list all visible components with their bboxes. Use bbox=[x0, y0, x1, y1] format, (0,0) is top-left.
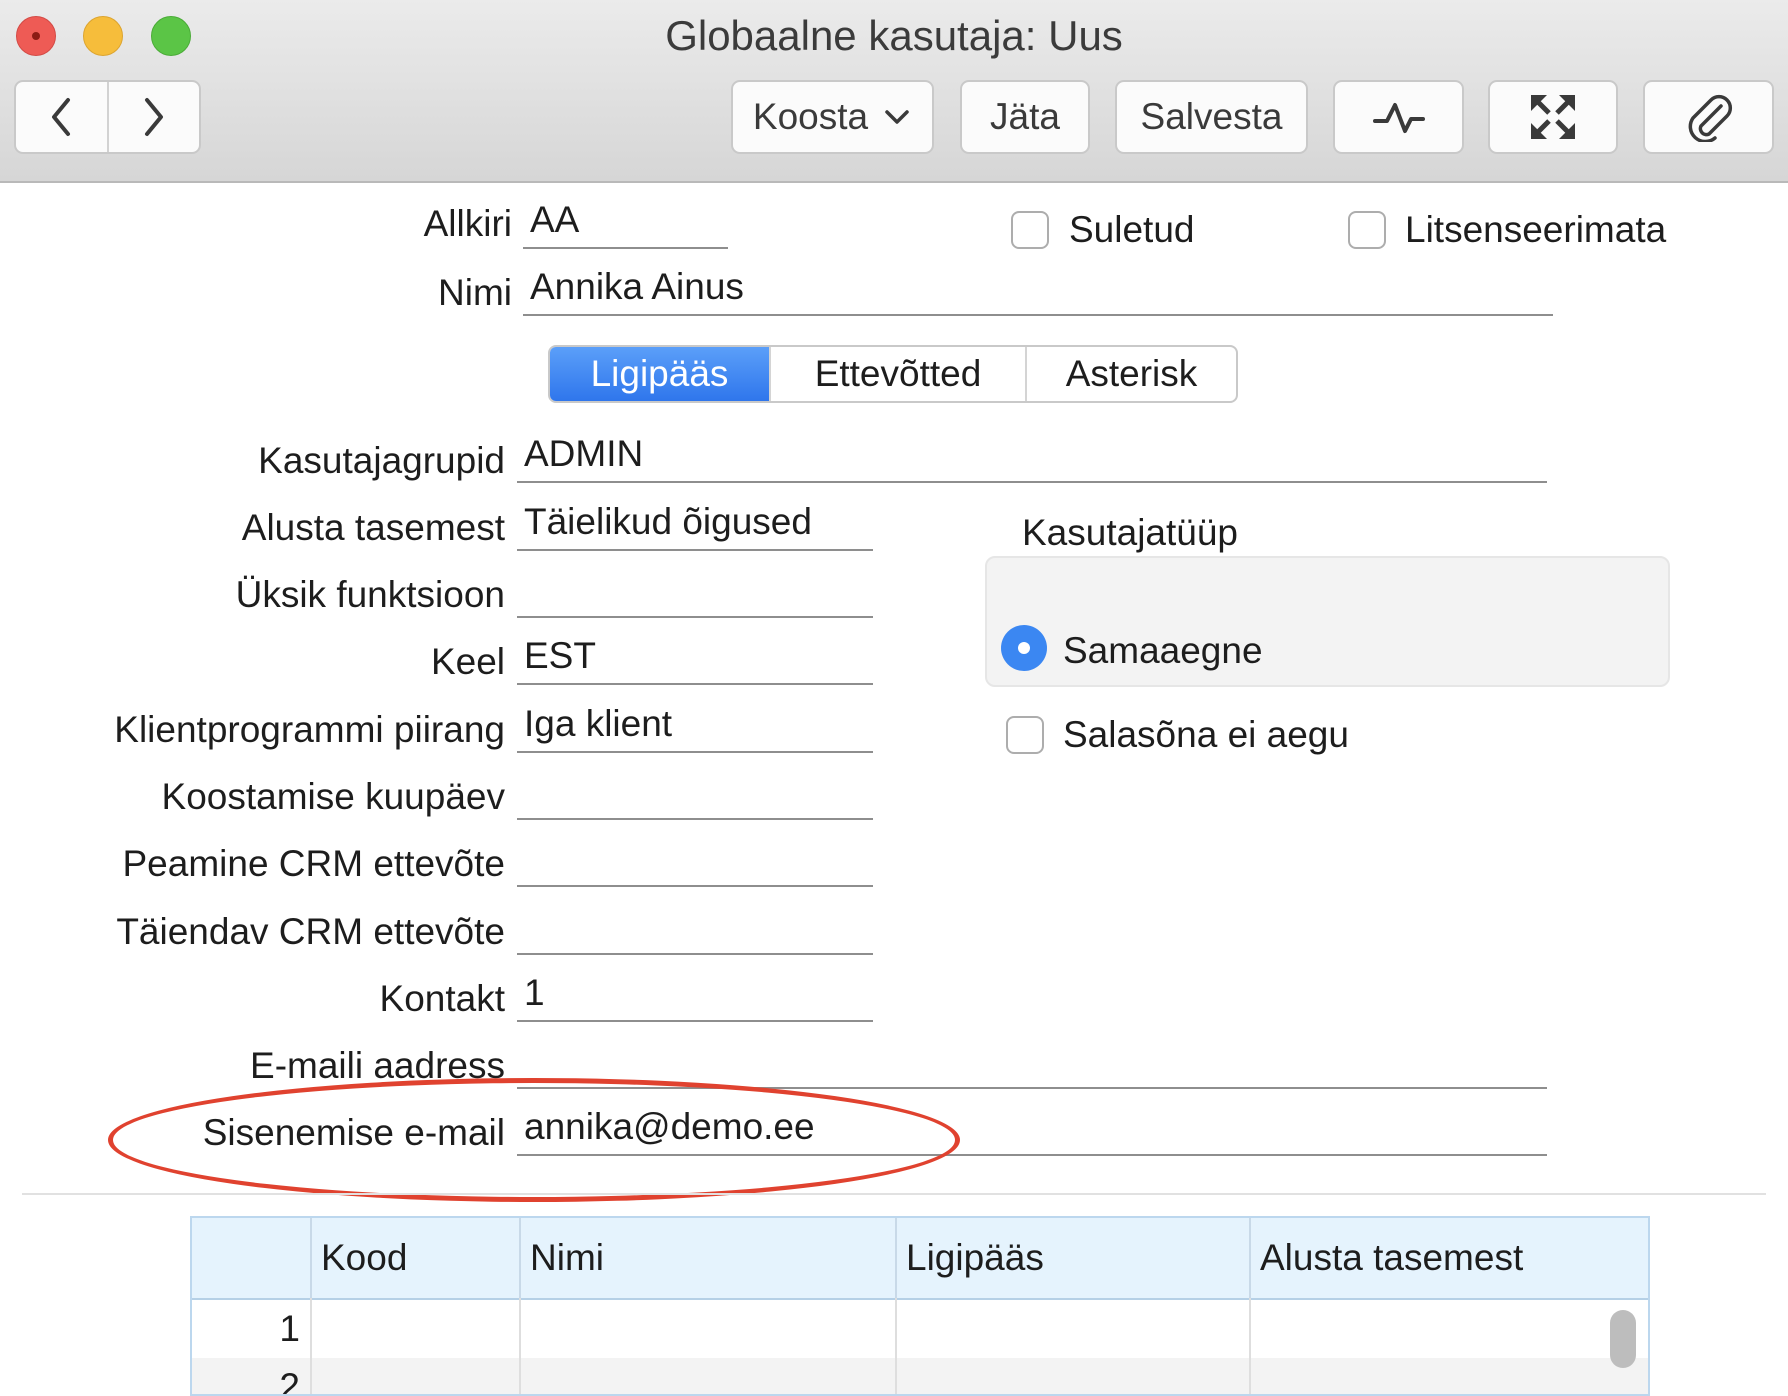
contact-field[interactable]: 1 bbox=[517, 964, 873, 1022]
window-title: Globaalne kasutaja: Uus bbox=[665, 12, 1123, 59]
create-menu-button[interactable]: Koosta bbox=[731, 80, 934, 154]
closed-label: Suletud bbox=[1069, 209, 1195, 250]
password-never-expires-label: Salasõna ei aegu bbox=[1063, 714, 1349, 755]
table-scrollbar[interactable] bbox=[1610, 1310, 1636, 1368]
password-never-expires-checkbox[interactable] bbox=[1006, 716, 1044, 754]
paperclip-icon bbox=[1688, 94, 1732, 142]
tab-companies[interactable]: Ettevõtted bbox=[771, 347, 1027, 401]
unlicensed-checkbox[interactable] bbox=[1348, 211, 1386, 249]
email-label: E-maili aadress bbox=[250, 1045, 505, 1086]
navigation-segment bbox=[14, 80, 201, 154]
discard-button-label: Jäta bbox=[990, 96, 1060, 137]
tab-asterisk[interactable]: Asterisk bbox=[1027, 347, 1236, 401]
column-divider bbox=[519, 1298, 521, 1394]
created-date-label: Koostamise kuupäev bbox=[161, 776, 505, 817]
email-field[interactable] bbox=[517, 1031, 1547, 1089]
main-crm-field[interactable] bbox=[517, 829, 873, 887]
activity-icon bbox=[1372, 103, 1425, 133]
start-level-label: Alusta tasemest bbox=[241, 507, 505, 548]
column-header-code[interactable]: Kood bbox=[310, 1218, 519, 1298]
expand-icon bbox=[1531, 95, 1575, 139]
discard-button[interactable]: Jäta bbox=[960, 80, 1090, 154]
column-header-access[interactable]: Ligipääs bbox=[895, 1218, 1249, 1298]
user-groups-label: Kasutajagrupid bbox=[258, 440, 505, 481]
table-row[interactable]: 1 bbox=[192, 1300, 1648, 1358]
back-button[interactable] bbox=[16, 82, 109, 152]
save-button[interactable]: Salvesta bbox=[1115, 80, 1308, 154]
table-header: Kood Nimi Ligipääs Alusta tasemest bbox=[192, 1218, 1648, 1300]
language-label: Keel bbox=[430, 641, 505, 682]
attach-button[interactable] bbox=[1643, 80, 1774, 154]
signature-label: Allkiri bbox=[423, 203, 512, 244]
column-divider bbox=[1249, 1298, 1251, 1394]
contact-label: Kontakt bbox=[379, 978, 505, 1019]
activity-button[interactable] bbox=[1333, 80, 1464, 154]
forward-button[interactable] bbox=[109, 82, 200, 152]
table-row[interactable]: 2 bbox=[192, 1358, 1648, 1396]
column-divider bbox=[310, 1298, 312, 1394]
window-titlebar: Globaalne kasutaja: Uus Koosta Jäta Salv… bbox=[0, 0, 1788, 183]
client-limit-label: Klientprogrammi piirang bbox=[114, 709, 505, 750]
save-button-label: Salvesta bbox=[1140, 96, 1283, 137]
login-email-field[interactable]: annika@demo.ee bbox=[517, 1098, 1547, 1156]
row-number: 2 bbox=[279, 1366, 300, 1396]
tab-bar: Ligipääs Ettevõtted Asterisk bbox=[548, 345, 1238, 403]
name-label: Nimi bbox=[438, 272, 512, 313]
extra-crm-label: Täiendav CRM ettevõte bbox=[116, 911, 505, 952]
single-function-field[interactable] bbox=[517, 560, 873, 618]
language-field[interactable]: EST bbox=[517, 627, 873, 685]
concurrent-radio[interactable] bbox=[1001, 625, 1047, 671]
section-divider bbox=[22, 1193, 1766, 1195]
client-limit-field[interactable]: Iga klient bbox=[517, 695, 873, 753]
expand-button[interactable] bbox=[1488, 80, 1618, 154]
start-level-field[interactable]: Täielikud õigused bbox=[517, 493, 873, 551]
created-date-field[interactable] bbox=[517, 762, 873, 820]
name-field[interactable]: Annika Ainus bbox=[523, 258, 1553, 316]
create-button-label: Koosta bbox=[752, 96, 869, 137]
column-header-start-level[interactable]: Alusta tasemest bbox=[1249, 1218, 1648, 1298]
row-number: 1 bbox=[279, 1308, 300, 1349]
user-groups-field[interactable]: ADMIN bbox=[517, 425, 1547, 483]
column-divider bbox=[895, 1298, 897, 1394]
chevron-left-icon bbox=[52, 98, 71, 136]
closed-checkbox[interactable] bbox=[1011, 211, 1049, 249]
tab-access[interactable]: Ligipääs bbox=[550, 347, 771, 401]
extra-crm-field[interactable] bbox=[517, 897, 873, 955]
access-table: Kood Nimi Ligipääs Alusta tasemest 1 2 bbox=[190, 1216, 1650, 1396]
chevron-down-icon bbox=[885, 110, 909, 124]
login-email-label: Sisenemise e-mail bbox=[202, 1112, 505, 1153]
concurrent-radio-label: Samaaegne bbox=[1063, 630, 1263, 671]
main-crm-label: Peamine CRM ettevõte bbox=[122, 843, 505, 884]
chevron-right-icon bbox=[144, 98, 163, 136]
single-function-label: Üksik funktsioon bbox=[235, 574, 505, 615]
user-type-label: Kasutajatüüp bbox=[1022, 512, 1239, 553]
column-header-name[interactable]: Nimi bbox=[519, 1218, 895, 1298]
signature-field[interactable]: AA bbox=[523, 191, 728, 249]
unlicensed-label: Litsenseerimata bbox=[1405, 209, 1667, 250]
